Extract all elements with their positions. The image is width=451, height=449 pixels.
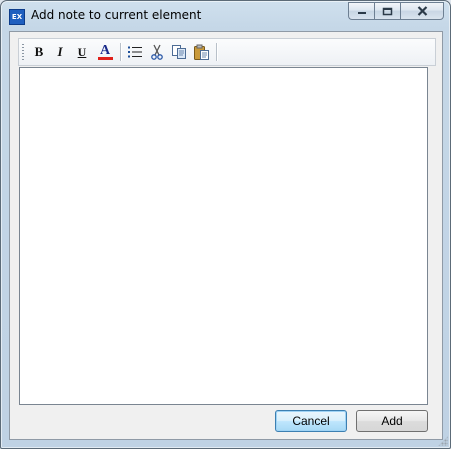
title-bar[interactable]: EX Add note to current element — [1, 1, 450, 31]
paste-button[interactable] — [191, 42, 211, 62]
bold-icon: B — [34, 44, 44, 59]
close-button[interactable] — [400, 2, 444, 20]
add-note-dialog: EX Add note to current element B I U A C… — [0, 0, 451, 449]
note-editor[interactable] — [19, 67, 428, 405]
underline-button[interactable]: U — [72, 42, 92, 62]
paste-icon — [193, 44, 209, 60]
dialog-body: B I U A Cancel Add — [9, 31, 443, 440]
app-icon: EX — [9, 9, 25, 25]
add-button[interactable]: Add — [356, 410, 428, 432]
toolbar-separator — [216, 43, 218, 61]
copy-button[interactable] — [169, 42, 189, 62]
font-color-button[interactable]: A — [95, 42, 115, 62]
toolbar-grip[interactable] — [22, 44, 24, 60]
copy-icon — [172, 45, 186, 59]
cut-button[interactable] — [147, 42, 167, 62]
formatting-toolbar: B I U A — [18, 38, 436, 66]
close-icon — [417, 6, 427, 16]
maximize-icon — [382, 7, 393, 15]
bullet-list-button[interactable] — [125, 42, 145, 62]
caption-buttons — [348, 2, 444, 20]
cancel-button[interactable]: Cancel — [275, 410, 347, 432]
window-title: Add note to current element — [31, 8, 202, 22]
cut-icon — [151, 44, 163, 60]
minimize-button[interactable] — [348, 2, 374, 20]
minimize-icon — [357, 12, 366, 14]
italic-button[interactable]: I — [50, 42, 70, 62]
font-color-swatch — [97, 57, 113, 60]
note-text-area[interactable] — [20, 68, 427, 404]
font-color-icon: A — [99, 43, 111, 58]
bold-button[interactable]: B — [29, 42, 49, 62]
italic-icon: I — [57, 44, 63, 59]
underline-icon: U — [77, 44, 87, 59]
maximize-button[interactable] — [374, 2, 400, 20]
toolbar-separator — [120, 43, 122, 61]
bullet-list-icon — [128, 46, 142, 58]
